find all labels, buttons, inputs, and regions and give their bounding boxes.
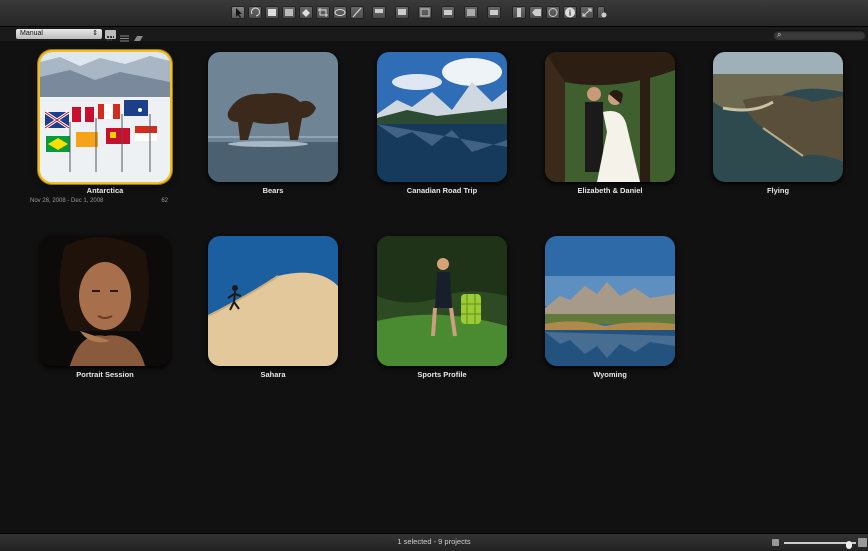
stack-tool-icon[interactable]	[265, 6, 279, 19]
project-title: Bears	[262, 186, 284, 195]
view-split-icon[interactable]	[441, 6, 455, 19]
circle-icon[interactable]	[546, 6, 560, 19]
project-title: Wyoming	[593, 370, 627, 379]
view-strip-icon[interactable]	[487, 6, 501, 19]
project-thumbnail[interactable]	[377, 236, 507, 366]
project-card[interactable]: Antarctica Nov 28, 2008 - Dec 1, 2008 62	[30, 52, 170, 204]
project-card[interactable]: Sahara	[208, 236, 338, 386]
pointer-tool-icon[interactable]	[231, 6, 245, 19]
adjust-icon[interactable]	[597, 6, 607, 19]
redeye-tool-icon[interactable]	[333, 6, 347, 19]
sort-select[interactable]: Manual ⇕	[16, 29, 102, 39]
project-thumbnail[interactable]	[40, 52, 170, 182]
project-title: Flying	[766, 186, 790, 195]
slider-knob[interactable]	[846, 541, 852, 549]
view-single-icon[interactable]	[372, 6, 386, 19]
project-title: Sahara	[260, 370, 286, 379]
slider-track[interactable]	[784, 541, 856, 549]
project-card[interactable]: Canadian Road Trip	[377, 52, 507, 202]
project-thumbnail[interactable]	[377, 52, 507, 182]
project-title: Canadian Road Trip	[406, 186, 478, 195]
filmstrip-view-icon[interactable]	[133, 30, 144, 41]
project-card[interactable]: Elizabeth & Daniel	[545, 52, 675, 202]
sort-select-value: Manual	[20, 30, 43, 37]
tag-icon[interactable]	[529, 6, 543, 19]
project-thumbnail[interactable]	[545, 52, 675, 182]
main-toolbar: i	[0, 0, 868, 27]
project-dates: Nov 28, 2008 - Dec 1, 2008	[30, 198, 104, 204]
status-bar: 1 selected - 9 projects	[0, 533, 868, 551]
project-thumbnail[interactable]	[713, 52, 843, 182]
info-icon[interactable]: i	[563, 6, 577, 19]
list-view-icon[interactable]	[119, 30, 130, 42]
small-thumbnail-icon	[772, 539, 779, 546]
view-compare-icon[interactable]	[418, 6, 432, 19]
large-thumbnail-icon	[858, 538, 867, 547]
project-card[interactable]: Wyoming	[545, 236, 675, 386]
project-thumbnail[interactable]	[40, 236, 170, 366]
project-card[interactable]: Flying	[713, 52, 843, 202]
lift-tool-icon[interactable]	[282, 6, 296, 19]
search-field[interactable]: ⌕	[773, 30, 866, 40]
project-card[interactable]: Sports Profile	[377, 236, 507, 386]
status-text: 1 selected - 9 projects	[397, 537, 471, 546]
project-title: Elizabeth & Daniel	[577, 186, 643, 195]
project-thumbnail[interactable]	[208, 236, 338, 366]
project-title: Antarctica	[86, 186, 124, 195]
project-thumbnail[interactable]	[208, 52, 338, 182]
grid-view-icon[interactable]	[105, 30, 116, 41]
project-title: Portrait Session	[76, 370, 134, 379]
search-icon: ⌕	[777, 30, 782, 39]
project-thumbnail[interactable]	[545, 236, 675, 366]
chevron-updown-icon: ⇕	[92, 30, 98, 37]
project-photo-count: 62	[161, 198, 168, 204]
projects-grid: Antarctica Nov 28, 2008 - Dec 1, 2008 62…	[0, 42, 868, 530]
project-card[interactable]: Portrait Session	[40, 236, 170, 386]
crop-tool-icon[interactable]	[316, 6, 330, 19]
fullscreen-icon[interactable]	[580, 6, 594, 19]
browser-subbar: Manual ⇕ ⌕	[0, 27, 868, 42]
badge-icon[interactable]	[512, 6, 526, 19]
straighten-tool-icon[interactable]	[350, 6, 364, 19]
view-full-icon[interactable]	[464, 6, 478, 19]
project-title: Sports Profile	[417, 370, 467, 379]
stamp-tool-icon[interactable]	[299, 6, 313, 19]
rotate-tool-icon[interactable]	[248, 6, 262, 19]
view-multi-icon[interactable]	[395, 6, 409, 19]
project-card[interactable]: Bears	[208, 52, 338, 202]
